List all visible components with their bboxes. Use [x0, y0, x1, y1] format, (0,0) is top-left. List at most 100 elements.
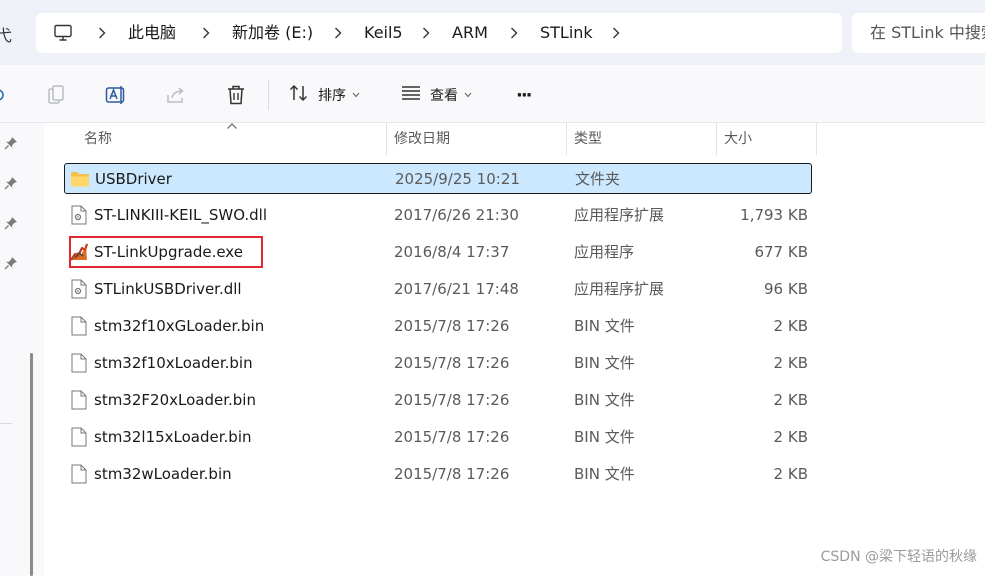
pin-icon[interactable] — [3, 255, 19, 271]
file-row-usbdriver[interactable]: USBDriver 2025/9/25 10:21 文件夹 — [64, 163, 812, 194]
chevron-right-icon[interactable] — [200, 23, 212, 43]
search-input[interactable]: 在 STLink 中搜索 — [852, 13, 985, 53]
sort-ascending-icon — [226, 121, 238, 131]
file-type: 应用程序扩展 — [574, 280, 665, 298]
file-name: ST-LINKIII-KEIL_SWO.dll — [94, 206, 268, 224]
file-date: 2016/8/4 17:37 — [394, 243, 510, 261]
more-options-button[interactable]: ··· — [516, 82, 532, 108]
this-pc-icon[interactable] — [53, 23, 73, 43]
bin-file-icon — [69, 427, 89, 447]
file-row[interactable]: stm32f10xGLoader.bin 2015/7/8 17:26 BIN … — [64, 311, 812, 342]
file-row[interactable]: stm32F20xLoader.bin 2015/7/8 17:26 BIN 文… — [64, 385, 812, 416]
bin-file-icon — [69, 316, 89, 336]
file-type: 文件夹 — [575, 170, 621, 188]
file-row[interactable]: ST-LINKIII-KEIL_SWO.dll 2017/6/26 21:30 … — [64, 200, 812, 231]
file-name: stm32f10xGLoader.bin — [94, 317, 265, 335]
file-date: 2015/7/8 17:26 — [394, 391, 510, 409]
file-name: stm32l15xLoader.bin — [94, 428, 252, 446]
pin-icon[interactable] — [3, 215, 19, 231]
view-button[interactable]: 查看 — [400, 82, 472, 108]
file-name: stm32F20xLoader.bin — [94, 391, 256, 409]
chevron-right-icon[interactable] — [420, 23, 432, 43]
chevron-down-icon — [352, 92, 360, 98]
chevron-right-icon[interactable] — [332, 23, 344, 43]
delete-icon[interactable] — [224, 83, 248, 107]
file-row-st-linkupgrade[interactable]: ST-LinkUpgrade.exe 2016/8/4 17:37 应用程序 6… — [64, 237, 812, 268]
file-date: 2015/7/8 17:26 — [394, 317, 510, 335]
search-placeholder: 在 STLink 中搜索 — [870, 23, 985, 42]
column-header-name[interactable]: 名称 — [84, 123, 112, 155]
sort-button[interactable]: 排序 — [288, 82, 360, 108]
file-size: 2 KB — [773, 428, 808, 446]
file-row[interactable]: stm32wLoader.bin 2015/7/8 17:26 BIN 文件 2… — [64, 459, 812, 490]
address-bar-strip: 弋 此电脑 新加卷 (E:) Keil5 ARM STLink 在 STLink… — [0, 0, 985, 65]
pin-icon[interactable] — [3, 175, 19, 191]
file-size: 1,793 KB — [740, 206, 808, 224]
more-options-icon: ··· — [516, 84, 532, 106]
navigation-pane — [0, 123, 44, 576]
rename-icon[interactable] — [104, 83, 128, 107]
chevron-right-icon[interactable] — [96, 23, 108, 43]
nav-scrollbar[interactable] — [30, 353, 33, 576]
copy-icon[interactable] — [44, 83, 68, 107]
file-size: 677 KB — [754, 243, 808, 261]
file-row[interactable]: stm32l15xLoader.bin 2015/7/8 17:26 BIN 文… — [64, 422, 812, 453]
breadcrumb-drive-e[interactable]: 新加卷 (E:) — [232, 23, 313, 43]
file-name: ST-LinkUpgrade.exe — [94, 243, 243, 261]
column-separator[interactable] — [566, 123, 567, 155]
file-row[interactable]: STLinkUSBDriver.dll 2017/6/21 17:48 应用程序… — [64, 274, 812, 305]
column-header-size[interactable]: 大小 — [724, 123, 752, 155]
chevron-right-icon[interactable] — [610, 23, 622, 43]
bin-file-icon — [69, 464, 89, 484]
file-date: 2015/7/8 17:26 — [394, 465, 510, 483]
sort-icon — [288, 82, 310, 108]
folder-icon — [70, 169, 90, 189]
breadcrumb-arm[interactable]: ARM — [452, 23, 488, 43]
breadcrumb-keil5[interactable]: Keil5 — [364, 23, 403, 43]
file-type: BIN 文件 — [574, 465, 635, 483]
truncated-nav-text: 弋 — [0, 26, 13, 45]
column-header-date[interactable]: 修改日期 — [394, 123, 450, 155]
file-type: BIN 文件 — [574, 317, 635, 335]
bin-file-icon — [69, 353, 89, 373]
exe-app-icon — [69, 242, 89, 262]
share-icon[interactable] — [164, 83, 188, 107]
file-name: STLinkUSBDriver.dll — [94, 280, 242, 298]
toolbar-divider — [268, 80, 269, 110]
column-separator[interactable] — [386, 123, 387, 155]
file-name: USBDriver — [95, 170, 172, 188]
column-separator[interactable] — [716, 123, 717, 155]
file-row[interactable]: stm32f10xLoader.bin 2015/7/8 17:26 BIN 文… — [64, 348, 812, 379]
cut-icon[interactable] — [0, 83, 10, 107]
file-size: 2 KB — [773, 317, 808, 335]
file-date: 2015/7/8 17:26 — [394, 428, 510, 446]
breadcrumb-this-pc[interactable]: 此电脑 — [128, 23, 176, 43]
chevron-right-icon[interactable] — [508, 23, 520, 43]
file-date: 2025/9/25 10:21 — [395, 170, 520, 188]
file-size: 2 KB — [773, 354, 808, 372]
file-type: BIN 文件 — [574, 354, 635, 372]
file-name: stm32wLoader.bin — [94, 465, 232, 483]
file-size: 96 KB — [764, 280, 808, 298]
file-type: 应用程序扩展 — [574, 206, 665, 224]
dll-file-icon — [69, 205, 89, 225]
file-date: 2015/7/8 17:26 — [394, 354, 510, 372]
watermark-text: CSDN @梁下轻语的秋缘 — [820, 549, 977, 565]
bin-file-icon — [69, 390, 89, 410]
file-size: 2 KB — [773, 465, 808, 483]
view-label: 查看 — [430, 88, 458, 104]
column-header-type[interactable]: 类型 — [574, 123, 602, 155]
file-type: BIN 文件 — [574, 391, 635, 409]
sort-label: 排序 — [318, 88, 346, 104]
command-bar: 排序 查看 ··· — [0, 65, 985, 123]
chevron-down-icon — [464, 92, 472, 98]
pin-icon[interactable] — [3, 135, 19, 151]
file-date: 2017/6/21 17:48 — [394, 280, 519, 298]
column-separator[interactable] — [816, 123, 817, 155]
breadcrumb-stlink[interactable]: STLink — [540, 23, 593, 43]
dll-file-icon — [69, 279, 89, 299]
file-date: 2017/6/26 21:30 — [394, 206, 519, 224]
file-size: 2 KB — [773, 391, 808, 409]
file-name: stm32f10xLoader.bin — [94, 354, 253, 372]
breadcrumb[interactable]: 此电脑 新加卷 (E:) Keil5 ARM STLink — [36, 13, 842, 53]
